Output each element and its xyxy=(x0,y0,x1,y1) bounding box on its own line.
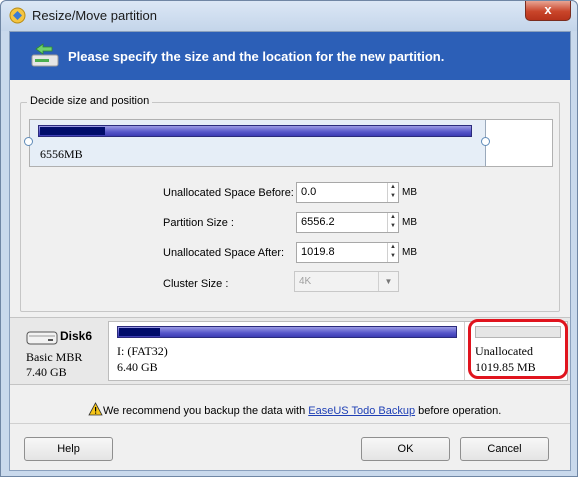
disk-name: Disk6 xyxy=(60,329,93,343)
partition-preview[interactable]: 6556MB xyxy=(29,119,553,167)
backup-notice: We recommend you backup the data with Ea… xyxy=(88,402,501,417)
left-resize-handle[interactable] xyxy=(24,137,33,146)
title-bar[interactable]: Resize/Move partition x xyxy=(1,1,577,31)
partition-used-fill xyxy=(40,127,105,135)
chevron-down-icon[interactable]: ▼ xyxy=(378,272,398,291)
after-spinner[interactable]: ▲ ▼ xyxy=(387,243,398,262)
before-unit: MB xyxy=(402,187,417,198)
partition-i-used-fill xyxy=(119,328,160,336)
disk-capacity: 7.40 GB xyxy=(26,365,67,379)
partition-size-label: 6556MB xyxy=(40,147,83,161)
button-bar: Help OK Cancel xyxy=(10,423,570,471)
unallocated-after-input[interactable]: 1019.8 ▲ ▼ xyxy=(296,242,399,263)
partition-i-usage-bar xyxy=(117,326,457,338)
cluster-size-label: Cluster Size : xyxy=(163,278,229,290)
cluster-size-select[interactable]: 4K ▼ xyxy=(294,271,399,292)
todo-backup-link[interactable]: EaseUS Todo Backup xyxy=(308,405,415,417)
red-highlight-outline xyxy=(468,319,568,379)
partition-usage-bar xyxy=(38,125,472,137)
after-unit: MB xyxy=(402,247,417,258)
close-button[interactable]: x xyxy=(525,1,571,21)
disk-type: Basic MBR xyxy=(26,350,83,364)
size-unit: MB xyxy=(402,217,417,228)
partition-app-icon xyxy=(9,7,26,24)
partition-i-block[interactable]: I: (FAT32) 6.40 GB xyxy=(109,322,465,380)
resize-partition-icon xyxy=(31,43,59,67)
notice-prefix: We recommend you backup the data with xyxy=(103,405,309,417)
group-title: Decide size and position xyxy=(27,95,153,107)
unallocated-after-label: Unallocated Space After: xyxy=(163,247,285,259)
banner-text: Please specify the size and the location… xyxy=(68,49,445,64)
right-resize-handle[interactable] xyxy=(481,137,490,146)
size-spinner[interactable]: ▲ ▼ xyxy=(387,213,398,232)
partition-i-label: I: (FAT32) xyxy=(117,344,168,358)
dialog-body: Please specify the size and the location… xyxy=(9,31,571,471)
cancel-button[interactable]: Cancel xyxy=(460,437,549,461)
help-button[interactable]: Help xyxy=(24,437,113,461)
unallocated-before-input[interactable]: 0.0 ▲ ▼ xyxy=(296,182,399,203)
resize-move-window: Resize/Move partition x Please specify t… xyxy=(0,0,578,477)
header-banner: Please specify the size and the location… xyxy=(10,32,570,80)
partition-i-size: 6.40 GB xyxy=(117,360,158,374)
size-position-group: Decide size and position 6556MB Unalloca… xyxy=(20,95,560,312)
before-spinner[interactable]: ▲ ▼ xyxy=(387,183,398,202)
unallocated-before-label: Unallocated Space Before: xyxy=(163,187,294,199)
partition-size-input[interactable]: 6556.2 ▲ ▼ xyxy=(296,212,399,233)
partition-block[interactable]: 6556MB xyxy=(30,120,486,166)
ok-button[interactable]: OK xyxy=(361,437,450,461)
partition-size-field-label: Partition Size : xyxy=(163,217,234,229)
warning-icon xyxy=(88,402,103,416)
window-title: Resize/Move partition xyxy=(32,8,157,23)
notice-suffix: before operation. xyxy=(415,405,502,417)
disk-drive-icon xyxy=(26,331,58,345)
